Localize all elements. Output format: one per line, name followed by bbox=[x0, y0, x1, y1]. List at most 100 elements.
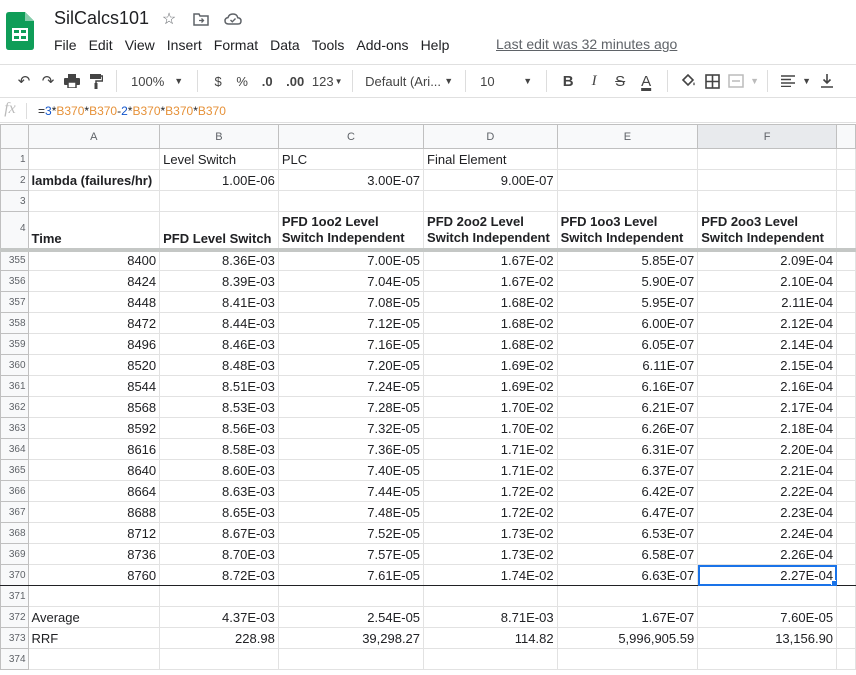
cell[interactable]: 1.69E-02 bbox=[423, 354, 558, 376]
row-header[interactable]: 373 bbox=[0, 627, 29, 649]
cell[interactable] bbox=[836, 648, 856, 670]
cell[interactable]: PLC bbox=[277, 148, 425, 170]
sheets-logo[interactable] bbox=[6, 12, 34, 50]
header-cell[interactable]: Time bbox=[27, 211, 161, 252]
decrease-decimal-button[interactable]: .0 bbox=[254, 69, 280, 93]
cell[interactable]: 13,156.90 bbox=[697, 627, 838, 649]
currency-format-button[interactable]: $ bbox=[206, 69, 230, 93]
fill-handle[interactable] bbox=[831, 580, 836, 585]
cell[interactable] bbox=[836, 627, 856, 649]
cell[interactable]: 1.74E-02 bbox=[423, 564, 558, 586]
cell[interactable]: 7.52E-05 bbox=[277, 522, 425, 544]
row-header[interactable]: 360 bbox=[0, 354, 29, 376]
cell[interactable]: 8.72E-03 bbox=[159, 564, 279, 586]
cell[interactable] bbox=[836, 585, 856, 607]
increase-decimal-button[interactable]: .00 bbox=[280, 69, 310, 93]
cell[interactable]: 6.21E-07 bbox=[556, 396, 699, 418]
cell[interactable] bbox=[277, 190, 425, 212]
cell[interactable] bbox=[556, 648, 699, 670]
cell[interactable]: 2.54E-05 bbox=[277, 606, 425, 628]
cell[interactable] bbox=[423, 648, 558, 670]
row-header[interactable]: 367 bbox=[0, 501, 29, 523]
menu-help[interactable]: Help bbox=[415, 36, 456, 54]
cell[interactable] bbox=[27, 190, 161, 212]
cell[interactable]: 7.61E-05 bbox=[277, 564, 425, 586]
row-header[interactable]: 2 bbox=[0, 169, 29, 191]
cell[interactable]: 2.09E-04 bbox=[697, 249, 838, 271]
cell[interactable] bbox=[27, 648, 161, 670]
bold-button[interactable]: B bbox=[555, 69, 581, 93]
cell[interactable]: 1.72E-02 bbox=[423, 480, 558, 502]
cell[interactable]: 8640 bbox=[27, 459, 161, 481]
undo-icon[interactable]: ↶ bbox=[12, 69, 36, 93]
cell[interactable]: 7.48E-05 bbox=[277, 501, 425, 523]
cell[interactable]: 1.67E-07 bbox=[556, 606, 699, 628]
row-header[interactable]: 355 bbox=[0, 249, 29, 271]
menu-data[interactable]: Data bbox=[264, 36, 306, 54]
menu-file[interactable]: File bbox=[48, 36, 83, 54]
cell[interactable]: 8.70E-03 bbox=[159, 543, 279, 565]
spreadsheet-grid[interactable]: A B C D E F 1 Level Switch PLC Final Ele… bbox=[0, 124, 856, 675]
row-header[interactable]: 358 bbox=[0, 312, 29, 334]
cell[interactable] bbox=[697, 648, 838, 670]
cell[interactable]: 3.00E-07 bbox=[277, 169, 425, 191]
cell[interactable]: 1.71E-02 bbox=[423, 459, 558, 481]
cell[interactable]: 8544 bbox=[27, 375, 161, 397]
column-header-f[interactable]: F bbox=[697, 124, 838, 149]
cell[interactable]: 8.58E-03 bbox=[159, 438, 279, 460]
cell[interactable] bbox=[836, 438, 856, 460]
cell[interactable]: 2.22E-04 bbox=[697, 480, 838, 502]
cell[interactable]: 8.67E-03 bbox=[159, 522, 279, 544]
row-header[interactable]: 361 bbox=[0, 375, 29, 397]
cell[interactable] bbox=[159, 585, 279, 607]
cell[interactable]: 8.48E-03 bbox=[159, 354, 279, 376]
cell[interactable] bbox=[836, 543, 856, 565]
cell[interactable]: 1.00E-06 bbox=[159, 169, 279, 191]
cell[interactable] bbox=[836, 291, 856, 313]
cell[interactable] bbox=[556, 190, 699, 212]
borders-icon[interactable] bbox=[700, 69, 724, 93]
cell[interactable]: 8.44E-03 bbox=[159, 312, 279, 334]
cell[interactable]: 1.72E-02 bbox=[423, 501, 558, 523]
cell[interactable]: 5.90E-07 bbox=[556, 270, 699, 292]
percent-format-button[interactable]: % bbox=[230, 69, 254, 93]
header-cell[interactable]: PFD 2oo3 Level Switch Independent bbox=[697, 211, 838, 252]
column-header-a[interactable]: A bbox=[27, 124, 161, 149]
cell[interactable]: 8.39E-03 bbox=[159, 270, 279, 292]
cell[interactable]: 8688 bbox=[27, 501, 161, 523]
cell[interactable]: 7.00E-05 bbox=[277, 249, 425, 271]
cell[interactable]: 7.28E-05 bbox=[277, 396, 425, 418]
more-formats-button[interactable]: 123 ▼ bbox=[310, 69, 344, 93]
cell[interactable]: 5.95E-07 bbox=[556, 291, 699, 313]
header-cell[interactable]: PFD Level Switch bbox=[159, 211, 279, 252]
menu-tools[interactable]: Tools bbox=[306, 36, 351, 54]
cell[interactable] bbox=[423, 585, 558, 607]
cell[interactable] bbox=[836, 190, 856, 212]
cell[interactable]: 6.58E-07 bbox=[556, 543, 699, 565]
cell[interactable]: 6.05E-07 bbox=[556, 333, 699, 355]
cell[interactable]: Level Switch bbox=[159, 148, 279, 170]
cell[interactable] bbox=[836, 501, 856, 523]
cell[interactable]: Average bbox=[27, 606, 161, 628]
cell[interactable]: 7.40E-05 bbox=[277, 459, 425, 481]
formula-input[interactable]: =3*B370*B370-2*B370*B370*B370 bbox=[38, 104, 226, 118]
cell[interactable] bbox=[556, 148, 699, 170]
cloud-status-icon[interactable] bbox=[224, 10, 242, 28]
cell[interactable]: 8.46E-03 bbox=[159, 333, 279, 355]
row-header[interactable]: 363 bbox=[0, 417, 29, 439]
cell[interactable]: 228.98 bbox=[159, 627, 279, 649]
cell[interactable] bbox=[27, 585, 161, 607]
cell[interactable] bbox=[836, 459, 856, 481]
cell[interactable] bbox=[836, 354, 856, 376]
cell[interactable] bbox=[836, 211, 856, 252]
cell[interactable]: 6.42E-07 bbox=[556, 480, 699, 502]
cell[interactable]: 2.14E-04 bbox=[697, 333, 838, 355]
row-header[interactable]: 356 bbox=[0, 270, 29, 292]
cell[interactable]: 2.12E-04 bbox=[697, 312, 838, 334]
selected-cell[interactable]: 2.27E-04 bbox=[697, 564, 838, 586]
star-icon[interactable]: ☆ bbox=[160, 10, 178, 28]
last-edit-link[interactable]: Last edit was 32 minutes ago bbox=[496, 36, 677, 52]
cell[interactable]: 8.56E-03 bbox=[159, 417, 279, 439]
menu-view[interactable]: View bbox=[119, 36, 161, 54]
cell[interactable]: lambda (failures/hr) bbox=[27, 169, 161, 191]
